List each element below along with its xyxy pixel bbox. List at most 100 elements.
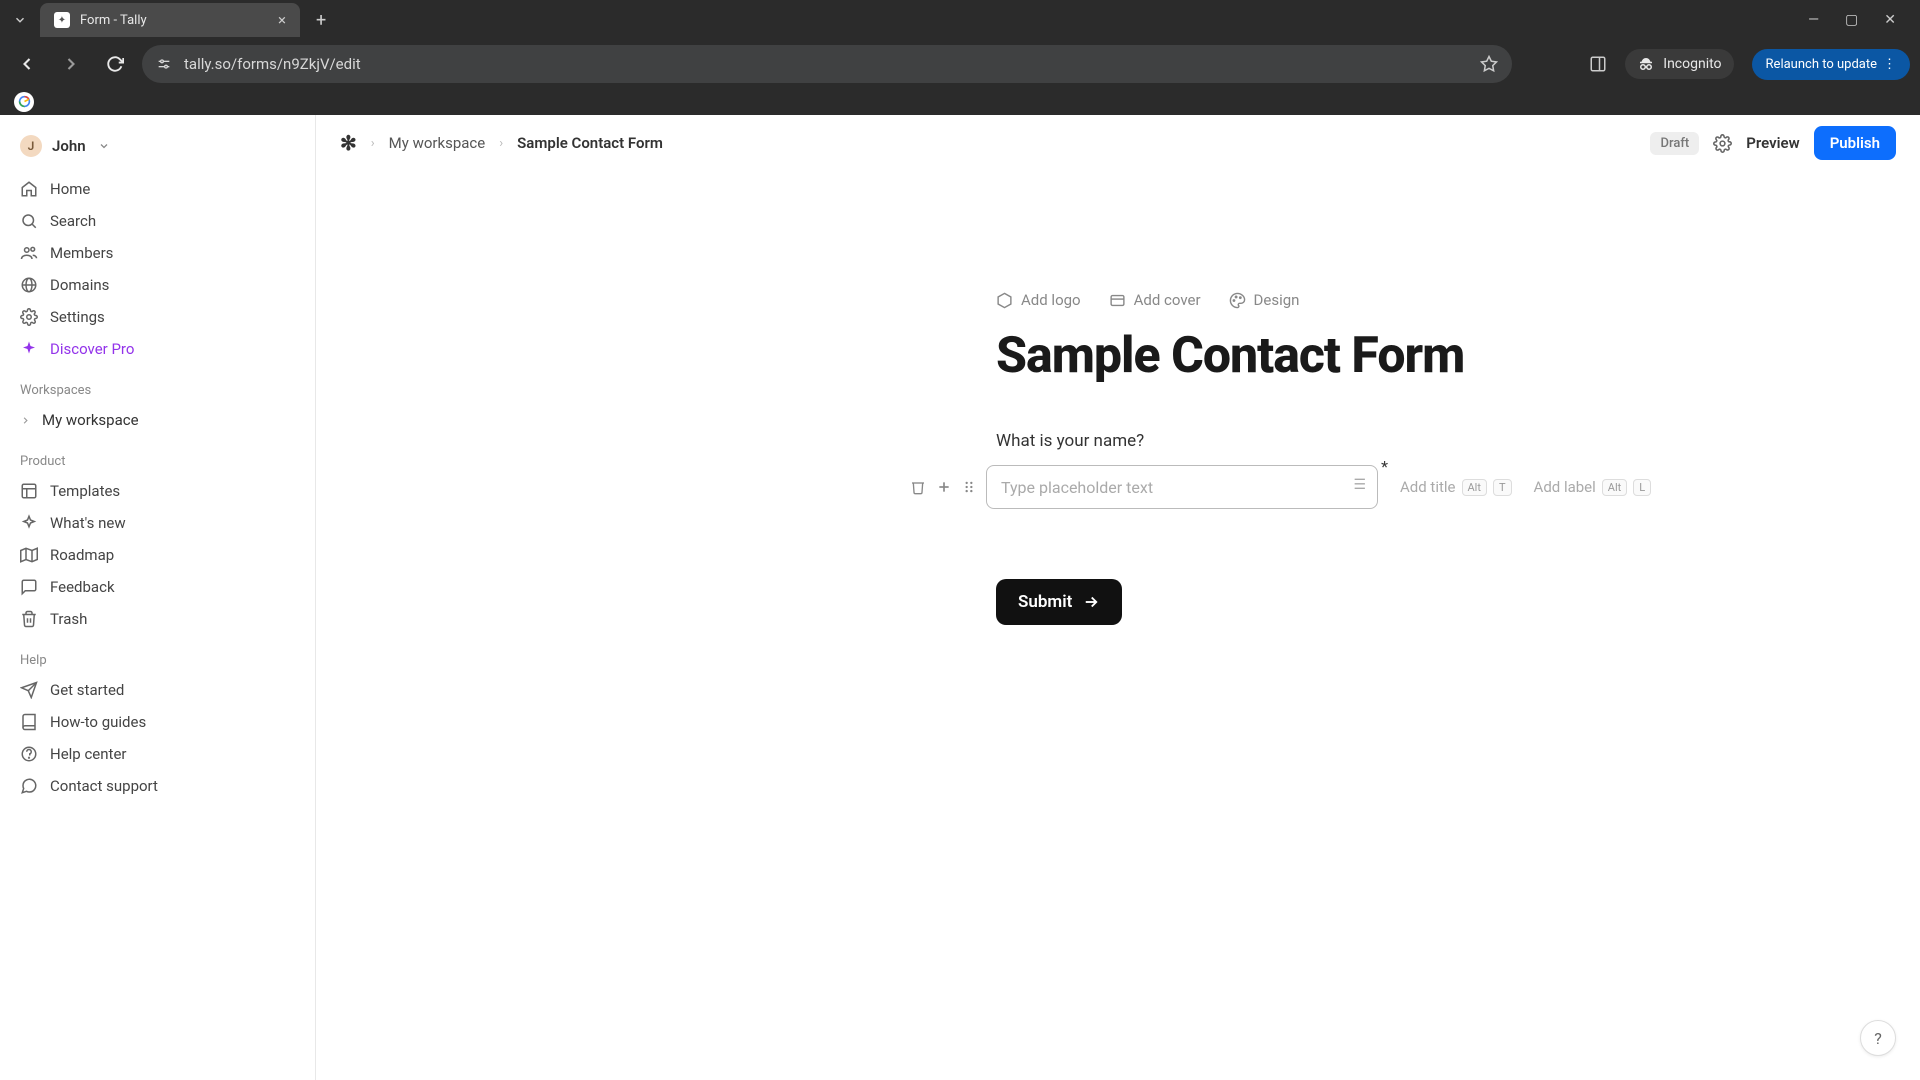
more-icon: ⋮ — [1883, 57, 1896, 72]
sidebar-item-getstarted[interactable]: Get started — [12, 674, 303, 706]
add-block-icon[interactable] — [936, 479, 952, 495]
sidebar: J John Home Search Members Domains Setti… — [0, 115, 316, 1080]
tally-logo-icon[interactable]: ✻ — [340, 131, 357, 155]
delete-block-icon[interactable] — [910, 479, 926, 495]
close-tab-icon[interactable]: × — [278, 11, 286, 29]
gear-icon — [20, 308, 38, 326]
help-icon — [20, 745, 38, 763]
draft-badge: Draft — [1650, 132, 1699, 155]
sidebar-item-label: What's new — [50, 514, 126, 532]
address-bar[interactable]: tally.so/forms/n9ZkjV/edit — [142, 45, 1512, 83]
reload-button[interactable] — [98, 47, 132, 81]
globe-icon — [20, 276, 38, 294]
relaunch-button[interactable]: Relaunch to update ⋮ — [1752, 49, 1910, 80]
chat-icon — [20, 578, 38, 596]
section-product: Product — [12, 436, 303, 475]
hexagon-icon — [996, 292, 1013, 309]
sidebar-item-whatsnew[interactable]: What's new — [12, 507, 303, 539]
sidebar-item-label: Settings — [50, 308, 105, 326]
minimize-icon[interactable]: — — [1808, 12, 1819, 28]
workspace-label: My workspace — [42, 411, 139, 429]
sidebar-item-discover-pro[interactable]: Discover Pro — [12, 333, 303, 365]
google-bookmark-icon[interactable] — [14, 92, 34, 112]
kbd-alt: Alt — [1602, 479, 1627, 496]
submit-row: Submit — [996, 579, 1696, 625]
sidebar-item-search[interactable]: Search — [12, 205, 303, 237]
form-title[interactable]: Sample Contact Form — [996, 327, 1696, 385]
section-workspaces: Workspaces — [12, 365, 303, 404]
workspace-item[interactable]: My workspace — [12, 404, 303, 436]
send-icon — [20, 681, 38, 699]
publish-button[interactable]: Publish — [1814, 126, 1896, 160]
breadcrumb-form[interactable]: Sample Contact Form — [517, 134, 663, 152]
sidebar-item-settings[interactable]: Settings — [12, 301, 303, 333]
image-icon — [1109, 292, 1126, 309]
sidebar-item-howto[interactable]: How-to guides — [12, 706, 303, 738]
sidebar-item-label: Get started — [50, 681, 124, 699]
drag-handle-icon[interactable] — [962, 479, 976, 495]
question-text[interactable]: What is your name? — [996, 431, 1696, 451]
add-logo-button[interactable]: Add logo — [996, 291, 1081, 309]
close-window-icon[interactable]: ✕ — [1884, 12, 1896, 28]
new-tab-button[interactable]: + — [306, 10, 336, 31]
sidebar-item-members[interactable]: Members — [12, 237, 303, 269]
design-button[interactable]: Design — [1229, 291, 1300, 309]
sidebar-item-label: Home — [50, 180, 90, 198]
back-button[interactable] — [10, 47, 44, 81]
breadcrumb-separator: › — [371, 136, 375, 151]
sidebar-item-roadmap[interactable]: Roadmap — [12, 539, 303, 571]
members-icon — [20, 244, 38, 262]
home-icon — [20, 180, 38, 198]
field-options-icon[interactable]: ☰ — [1353, 477, 1366, 493]
help-fab-label: ? — [1874, 1029, 1882, 1048]
sidebar-item-label: Roadmap — [50, 546, 114, 564]
preview-button[interactable]: Preview — [1746, 134, 1799, 152]
avatar: J — [20, 135, 42, 157]
templates-icon — [20, 482, 38, 500]
sidebar-item-home[interactable]: Home — [12, 173, 303, 205]
sparkle-icon — [20, 514, 38, 532]
sidebar-item-trash[interactable]: Trash — [12, 603, 303, 635]
app: J John Home Search Members Domains Setti… — [0, 115, 1920, 1080]
sidebar-item-helpcenter[interactable]: Help center — [12, 738, 303, 770]
breadcrumb-workspace[interactable]: My workspace — [389, 134, 486, 152]
section-help: Help — [12, 635, 303, 674]
kbd-l: L — [1633, 479, 1651, 496]
sidebar-item-label: Feedback — [50, 578, 115, 596]
kbd-t: T — [1493, 479, 1512, 496]
tab-search-dropdown[interactable] — [6, 6, 34, 34]
forward-button[interactable] — [54, 47, 88, 81]
user-menu[interactable]: J John — [12, 129, 303, 163]
sidebar-item-label: Domains — [50, 276, 109, 294]
site-settings-icon[interactable] — [156, 56, 172, 72]
trash-icon — [20, 610, 38, 628]
add-title-label: Add title — [1400, 478, 1456, 496]
sidebar-item-domains[interactable]: Domains — [12, 269, 303, 301]
help-fab[interactable]: ? — [1860, 1020, 1896, 1056]
chevron-down-icon — [98, 140, 110, 152]
browser-tab[interactable]: ✦ Form - Tally × — [40, 3, 300, 37]
tab-title: Form - Tally — [80, 13, 268, 28]
sidebar-item-contact[interactable]: Contact support — [12, 770, 303, 802]
kbd-alt: Alt — [1462, 479, 1487, 496]
add-label-hint[interactable]: Add label Alt L — [1534, 478, 1652, 496]
bookmark-star-icon[interactable] — [1480, 55, 1498, 73]
sidebar-item-feedback[interactable]: Feedback — [12, 571, 303, 603]
settings-gear-icon[interactable] — [1713, 134, 1732, 153]
add-title-hint[interactable]: Add title Alt T — [1400, 478, 1512, 496]
sidebar-item-label: Contact support — [50, 777, 158, 795]
placeholder-input[interactable] — [986, 465, 1378, 509]
sidebar-item-templates[interactable]: Templates — [12, 475, 303, 507]
add-cover-button[interactable]: Add cover — [1109, 291, 1201, 309]
add-cover-label: Add cover — [1134, 291, 1201, 309]
submit-button[interactable]: Submit — [996, 579, 1122, 625]
chevron-right-icon — [20, 415, 32, 426]
map-icon — [20, 546, 38, 564]
panel-icon[interactable] — [1589, 55, 1607, 73]
incognito-badge[interactable]: Incognito — [1625, 49, 1733, 79]
canvas: Add logo Add cover Design Sample Contact… — [316, 171, 1920, 1080]
maximize-icon[interactable]: ▢ — [1845, 12, 1858, 28]
topbar: ✻ › My workspace › Sample Contact Form D… — [316, 115, 1920, 171]
palette-icon — [1229, 292, 1246, 309]
tab-favicon: ✦ — [54, 12, 70, 28]
